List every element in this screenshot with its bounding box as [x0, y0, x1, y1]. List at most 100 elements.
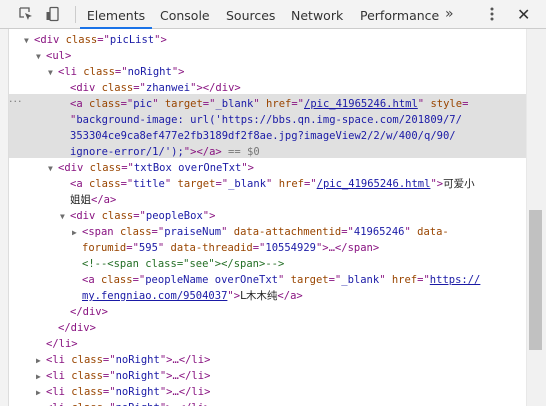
dom-node-line[interactable]: ▼ <li class="noRight"> — [9, 64, 526, 80]
dom-token: =" — [132, 274, 146, 286]
dom-node-line[interactable]: <!--<span class="see"></span>--> — [9, 256, 526, 272]
dom-token: <li — [46, 370, 72, 382]
dom-node-line[interactable]: </li> — [9, 336, 526, 352]
dom-token: </li> — [46, 338, 78, 350]
tab-console[interactable]: Console — [160, 0, 210, 29]
inspect-element-icon[interactable] — [18, 6, 34, 22]
dom-node-line[interactable]: <a class="title" target="_blank" href="/… — [9, 176, 526, 192]
dom-node-line[interactable]: 姐姐</a> — [9, 192, 526, 208]
dom-token: ">…</li> — [159, 370, 211, 382]
dom-token: "> — [202, 210, 216, 222]
dom-node-line[interactable]: forumid="595" data-threadid="10554929">…… — [9, 240, 526, 256]
dom-node-line[interactable]: ▼ <div class="peopleBox"> — [9, 208, 526, 224]
dom-node-line[interactable]: ignore-error/1/');"></a> == $0 — [9, 144, 526, 160]
dom-node-line[interactable]: </div> — [9, 304, 526, 320]
dom-token: <!--<span class="see"></span>--> — [82, 258, 285, 270]
dom-token: <div — [58, 162, 90, 174]
dom-token: peopleBox — [145, 210, 203, 222]
dom-token: " — [266, 178, 279, 190]
panel-left-border — [0, 29, 9, 406]
dom-node-line[interactable]: "background-image: url('https://bbs.qn.i… — [9, 112, 526, 128]
dom-link[interactable]: my.fengniao.com/9504037 — [82, 290, 227, 302]
expand-triangle-icon[interactable]: ▶ — [72, 225, 82, 241]
dom-token: class — [88, 178, 121, 190]
dom-node-line[interactable]: ▶<li class="noRight">…</li> — [9, 368, 526, 384]
toolbar-separator — [75, 6, 76, 23]
dom-token: target — [290, 274, 329, 286]
dom-token: 10554929 — [265, 242, 316, 254]
dom-token: =" — [97, 34, 110, 46]
dom-node-line[interactable]: 353304ce9ca8ef477e2fb3189df2f8ae.jpg?ima… — [9, 128, 526, 144]
dom-token: data- — [417, 226, 449, 238]
close-devtools-button[interactable]: ✕ — [517, 0, 530, 29]
dom-node-line[interactable]: </div> — [9, 320, 526, 336]
dom-token: class — [88, 98, 121, 110]
dom-token: noRight — [115, 370, 160, 382]
dom-node-line[interactable]: ▶<li class="noRight">…</li> — [9, 400, 526, 406]
tab-sources[interactable]: Sources — [226, 0, 275, 29]
dom-token: forumid — [82, 242, 127, 254]
devtools-toolbar: Elements Console Sources Network Perform… — [0, 0, 546, 29]
collapse-triangle-icon[interactable]: ▼ — [60, 209, 70, 225]
dom-node-line[interactable]: ▼ <ul> — [9, 48, 526, 64]
dom-token: class — [65, 34, 98, 46]
tab-elements[interactable]: Elements — [80, 0, 152, 29]
dom-token: <ul> — [46, 50, 72, 62]
expand-triangle-icon[interactable]: ▶ — [36, 353, 46, 369]
dom-token: <div — [34, 34, 66, 46]
dom-link[interactable]: /pic_41965246.html — [317, 178, 431, 190]
dom-token: "> — [241, 162, 254, 174]
collapse-triangle-icon[interactable]: ▼ — [48, 161, 58, 177]
dom-token: <a — [70, 98, 89, 110]
dom-token: <div — [70, 210, 102, 222]
collapse-triangle-icon[interactable]: ▼ — [36, 49, 46, 65]
dom-token: class — [71, 354, 103, 366]
more-tabs-button[interactable]: » — [445, 0, 454, 29]
expand-triangle-icon[interactable]: ▶ — [36, 369, 46, 385]
dom-token: noRight — [115, 354, 160, 366]
dom-token: " — [152, 98, 165, 110]
dom-tree[interactable]: ▼ <div class="picList"> ▼ <ul> ▼ <li class="n… — [9, 29, 526, 406]
kebab-menu-icon[interactable] — [490, 7, 494, 21]
device-toolbar-icon[interactable] — [45, 6, 61, 22]
dom-token: =" — [252, 242, 266, 254]
dom-token: <a — [82, 274, 101, 286]
dom-token: peopleName overOneTxt — [145, 274, 278, 286]
dom-node-line[interactable]: <a class="peopleName overOneTxt" target=… — [9, 272, 526, 288]
expand-triangle-icon[interactable]: ▶ — [36, 385, 46, 401]
dom-token: noRight — [115, 386, 160, 398]
dom-token: =" — [291, 98, 304, 110]
dom-node-line[interactable]: <div class="zhanwei"></div> — [9, 80, 526, 96]
dom-token: <span — [82, 226, 120, 238]
dom-token: noRight — [127, 66, 172, 78]
dom-token: <li — [46, 402, 71, 406]
scrollbar-thumb[interactable] — [529, 210, 542, 350]
dom-token: =" — [102, 386, 116, 398]
dom-node-line[interactable]: my.fengniao.com/9504037">L木木纯</a> — [9, 288, 526, 304]
dom-token: =" — [103, 402, 116, 406]
dom-node-line[interactable]: ▼ <div class="txtBox overOneTxt"> — [9, 160, 526, 176]
tab-network[interactable]: Network — [291, 0, 343, 29]
dom-token: data-attachmentid — [233, 226, 342, 238]
dom-token: =" — [102, 354, 116, 366]
dom-link[interactable]: /pic_41965246.html — [304, 98, 418, 110]
dom-link[interactable]: https:// — [430, 274, 481, 286]
collapse-triangle-icon[interactable]: ▼ — [24, 33, 34, 49]
dom-node-line[interactable]: ▶<li class="noRight">…</li> — [9, 352, 526, 368]
dom-token: class — [101, 82, 134, 94]
dom-node-line[interactable]: ▶<li class="noRight">…</li> — [9, 384, 526, 400]
dom-node-line[interactable]: ▼ <div class="picList"> — [9, 32, 526, 48]
collapse-triangle-icon[interactable]: ▼ — [48, 65, 58, 81]
dom-token: =" — [120, 98, 134, 110]
expand-triangle-icon[interactable]: ▶ — [36, 401, 46, 406]
dom-token: txtBox overOneTxt — [133, 162, 242, 174]
dom-token: " — [417, 98, 431, 110]
dom-token: "> — [154, 34, 167, 46]
tab-performance[interactable]: Performance — [360, 0, 439, 29]
dom-node-line[interactable]: <a class="pic" target="_blank" href="/pi… — [9, 96, 526, 112]
dom-token: </a> — [91, 194, 117, 206]
dom-node-line[interactable]: ▶ <span class="praiseNum" data-attachment… — [9, 224, 526, 240]
dom-token: href — [278, 178, 304, 190]
dom-token: class — [71, 402, 103, 406]
dom-token: L木木纯 — [240, 290, 278, 302]
